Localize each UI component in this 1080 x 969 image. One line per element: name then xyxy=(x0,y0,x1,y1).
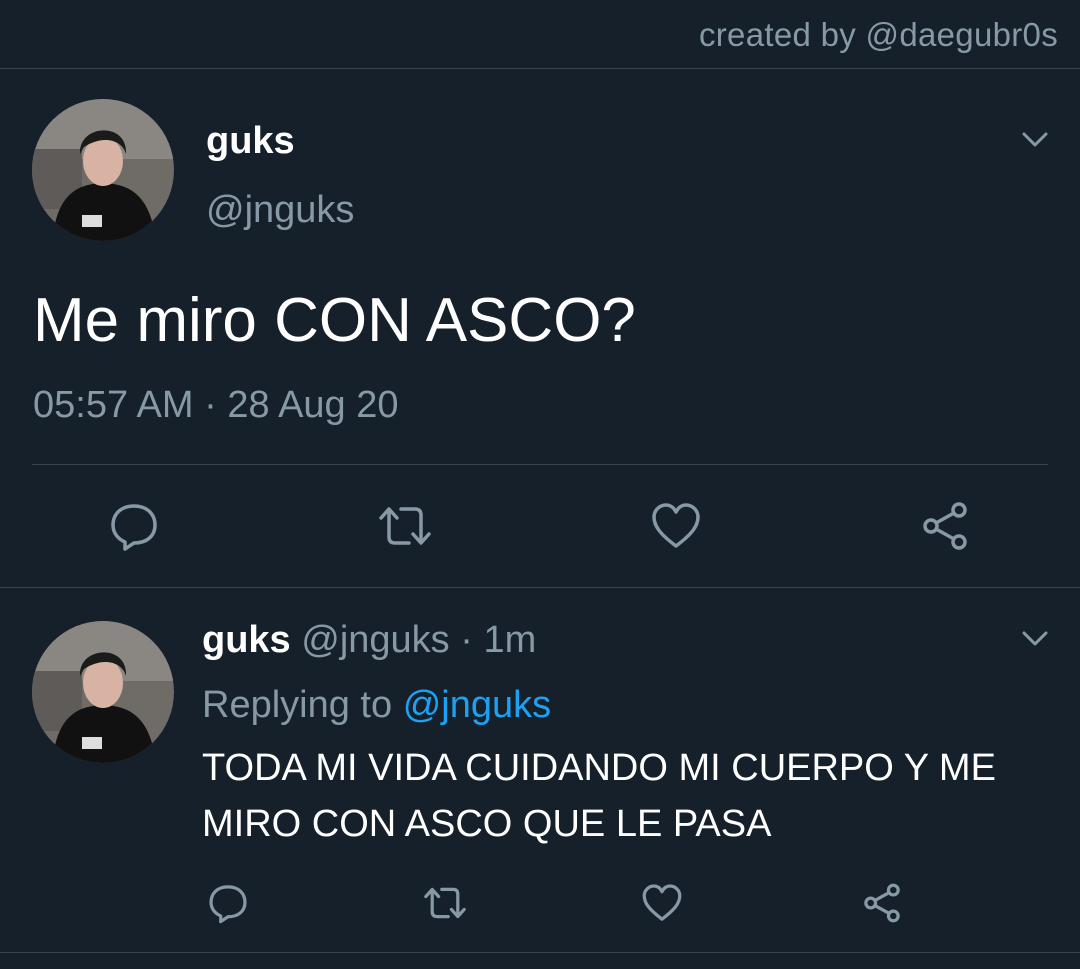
tweet-date: 28 Aug 20 xyxy=(227,384,399,426)
tweet-text: Me miro CON ASCO? xyxy=(33,286,636,355)
chevron-down-icon[interactable] xyxy=(1018,122,1052,156)
share-icon xyxy=(923,502,967,550)
heart-icon xyxy=(642,884,682,921)
retweet-button[interactable] xyxy=(420,881,470,925)
share-icon xyxy=(864,883,900,923)
divider xyxy=(32,464,1048,465)
retweet-icon xyxy=(424,887,466,919)
replying-mention[interactable]: @jnguks xyxy=(403,684,551,726)
retweet-button[interactable] xyxy=(374,498,436,554)
user-name[interactable]: guks xyxy=(202,619,291,661)
share-button[interactable] xyxy=(917,498,973,554)
reply-button[interactable] xyxy=(106,498,162,554)
reply-icon xyxy=(111,504,157,551)
tweet-time: 05:57 AM xyxy=(33,384,194,426)
share-button[interactable] xyxy=(860,881,904,925)
like-button[interactable] xyxy=(648,498,704,554)
reply-header: guks @jnguks · 1m xyxy=(202,619,536,662)
avatar[interactable] xyxy=(32,99,174,241)
tweet-text: TODA MI VIDA CUIDANDO MI CUERPO Y ME MIR… xyxy=(202,747,996,845)
reply-tweet: guks @jnguks · 1m Replying to @jnguks TO… xyxy=(0,589,1080,953)
chevron-down-icon[interactable] xyxy=(1018,621,1052,655)
replying-to: Replying to @jnguks xyxy=(202,684,551,727)
reply-icon xyxy=(209,885,247,924)
reply-button[interactable] xyxy=(206,881,250,925)
meta-separator: · xyxy=(460,619,473,661)
like-button[interactable] xyxy=(640,881,684,925)
tweet-time[interactable]: 1m xyxy=(483,619,536,661)
user-handle[interactable]: @jnguks xyxy=(206,189,354,232)
avatar[interactable] xyxy=(32,621,174,763)
tweet-timestamp[interactable]: 05:57 AM · 28 Aug 20 xyxy=(33,384,399,427)
retweet-icon xyxy=(379,507,431,545)
user-name[interactable]: guks xyxy=(206,120,295,163)
replying-label: Replying to xyxy=(202,684,393,726)
user-handle[interactable]: @jnguks xyxy=(301,619,449,661)
heart-icon xyxy=(652,503,700,548)
meta-separator: · xyxy=(204,384,217,426)
credit-text: created by @daegubr0s xyxy=(698,16,1058,53)
main-tweet: guks @jnguks Me miro CON ASCO? 05:57 AM … xyxy=(0,70,1080,588)
credit-bar: created by @daegubr0s xyxy=(0,0,1080,69)
